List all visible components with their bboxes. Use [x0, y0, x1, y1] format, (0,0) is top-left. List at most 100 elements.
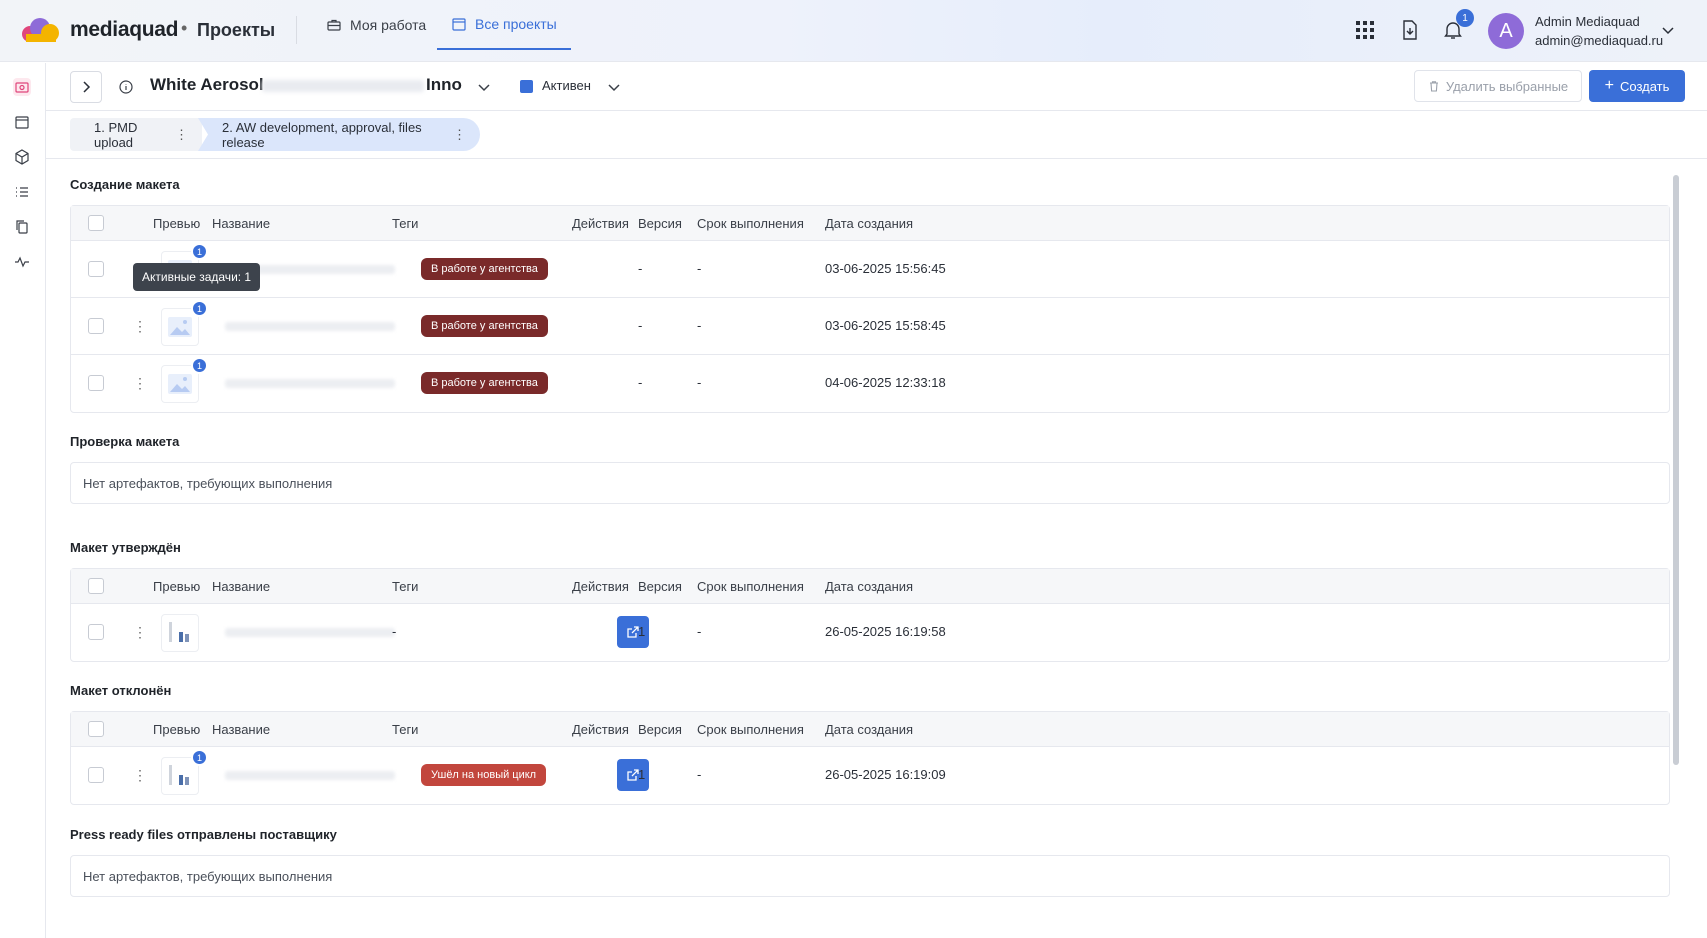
expand-sidebar-button[interactable]: [70, 71, 102, 103]
calendar-icon: [452, 18, 466, 31]
calendar-icon[interactable]: [13, 113, 31, 131]
artifact-name-redacted[interactable]: [225, 771, 395, 780]
avatar[interactable]: A: [1488, 13, 1524, 49]
chevron-down-icon[interactable]: [1660, 22, 1676, 38]
column-name: Название: [212, 579, 271, 594]
table-row[interactable]: 1 В работе у агентства - - 03-06-2025 15…: [71, 241, 1669, 298]
column-deadline: Срок выполнения: [697, 722, 804, 737]
table-row[interactable]: ⋮ 1 Ушёл на новый цикл 1 - 26-05-2025 16…: [71, 747, 1669, 804]
checklist-icon[interactable]: [13, 183, 31, 201]
row-checkbox[interactable]: [88, 767, 104, 783]
project-status[interactable]: Активен: [542, 78, 591, 93]
mediaquad-logo[interactable]: [20, 16, 64, 44]
created-cell: 03-06-2025 15:56:45: [825, 261, 946, 276]
copy-icon[interactable]: [13, 218, 31, 236]
created-cell: 04-06-2025 12:33:18: [825, 375, 946, 390]
create-button[interactable]: + Создать: [1589, 70, 1685, 102]
table-header: Превью Название Теги Действия Версия Сро…: [71, 206, 1669, 241]
status-tag: В работе у агентства: [421, 258, 548, 280]
column-tags: Теги: [392, 216, 419, 231]
row-menu-icon[interactable]: ⋮: [133, 624, 147, 641]
table-row[interactable]: ⋮ 1 В работе у агентства - - 03-06-2025 …: [71, 298, 1669, 355]
tags-cell: -: [392, 624, 397, 639]
stage-tab-pmd-upload[interactable]: 1. PMD upload ⋮: [70, 118, 202, 151]
table-header: Превью Название Теги Действия Версия Сро…: [71, 712, 1669, 747]
cube-icon[interactable]: [13, 148, 31, 166]
table-row[interactable]: ⋮ - 1 - 26-05-2025 16:19:58: [71, 604, 1669, 661]
preview-thumbnail[interactable]: [161, 614, 199, 652]
trash-icon: [1429, 81, 1438, 92]
active-tasks-badge: 1: [191, 357, 208, 374]
content-area: Создание макета Превью Название Теги Дей…: [46, 160, 1673, 938]
project-title-redacted: [262, 80, 424, 92]
row-menu-icon[interactable]: ⋮: [133, 767, 147, 784]
top-bar: mediaquad • Проекты Моя работа Все проек…: [0, 0, 1707, 62]
section-title: Макет утверждён: [70, 540, 181, 555]
chevron-right-icon: [83, 81, 91, 93]
scrollbar[interactable]: [1673, 175, 1679, 765]
row-checkbox[interactable]: [88, 261, 104, 277]
project-header: White Aerosol Inno Активен Удалить выбра…: [46, 63, 1707, 111]
info-icon[interactable]: [118, 79, 134, 95]
select-all-checkbox[interactable]: [88, 721, 104, 737]
created-cell: 26-05-2025 16:19:58: [825, 624, 946, 639]
column-deadline: Срок выполнения: [697, 579, 804, 594]
column-created: Дата создания: [825, 216, 914, 231]
column-preview: Превью: [153, 216, 201, 231]
row-checkbox[interactable]: [88, 624, 104, 640]
artifacts-table: Превью Название Теги Действия Версия Сро…: [70, 568, 1670, 662]
brand-section: Проекты: [197, 20, 276, 40]
column-name: Название: [212, 216, 271, 231]
artifact-name-redacted[interactable]: [225, 322, 395, 331]
active-tasks-badge: 1: [191, 749, 208, 766]
row-menu-icon[interactable]: ⋮: [133, 375, 147, 392]
empty-state: Нет артефактов, требующих выполнения: [70, 855, 1670, 897]
created-cell: 26-05-2025 16:19:09: [825, 767, 946, 782]
notification-badge: 1: [1456, 9, 1474, 27]
divider: [296, 16, 297, 44]
kebab-icon[interactable]: ⋮: [453, 127, 466, 143]
row-menu-icon[interactable]: ⋮: [133, 318, 147, 335]
active-tasks-tooltip: Активные задачи: 1: [133, 263, 261, 291]
chevron-down-icon[interactable]: [606, 79, 622, 95]
column-version: Версия: [638, 579, 682, 594]
row-checkbox[interactable]: [88, 375, 104, 391]
projects-icon[interactable]: [13, 78, 31, 96]
stage-tab-aw-development[interactable]: 2. AW development, approval, files relea…: [198, 118, 480, 151]
status-tag: В работе у агентства: [421, 315, 548, 337]
version-cell: -: [638, 375, 643, 390]
row-checkbox[interactable]: [88, 318, 104, 334]
active-tasks-badge: 1: [191, 300, 208, 317]
chevron-down-icon[interactable]: [476, 79, 492, 95]
create-label: Создать: [1619, 78, 1670, 94]
file-download-icon[interactable]: [1398, 18, 1422, 42]
deadline-cell: -: [697, 318, 702, 333]
project-title: White Aerosol: [150, 75, 264, 94]
artifact-name-redacted[interactable]: [225, 628, 395, 637]
status-color-indicator: [520, 80, 533, 93]
deadline-cell: -: [697, 624, 702, 639]
artifact-name-redacted[interactable]: [225, 379, 395, 388]
artifacts-table: Превью Название Теги Действия Версия Сро…: [70, 205, 1670, 413]
column-tags: Теги: [392, 579, 419, 594]
deadline-cell: -: [697, 767, 702, 782]
stage-label: 2. AW development, approval, files relea…: [222, 119, 422, 150]
plus-icon: +: [1604, 77, 1614, 94]
image-placeholder-icon: [168, 374, 192, 394]
table-row[interactable]: ⋮ 1 В работе у агентства - - 04-06-2025 …: [71, 355, 1669, 412]
select-all-checkbox[interactable]: [88, 215, 104, 231]
kebab-icon[interactable]: ⋮: [175, 127, 188, 143]
tab-label: Моя работа: [350, 17, 427, 33]
left-rail: [0, 63, 46, 938]
briefcase-icon: [327, 19, 341, 31]
section-title: Макет отклонён: [70, 683, 172, 698]
delete-selected-button[interactable]: Удалить выбранные: [1414, 70, 1582, 102]
apps-grid-icon[interactable]: [1353, 18, 1377, 42]
empty-state: Нет артефактов, требующих выполнения: [70, 462, 1670, 504]
created-cell: 03-06-2025 15:58:45: [825, 318, 946, 333]
active-tasks-badge: 1: [191, 243, 208, 260]
tab-all-projects[interactable]: Все проекты: [437, 0, 571, 50]
activity-icon[interactable]: [13, 253, 31, 271]
tab-my-work[interactable]: Моя работа: [326, 0, 426, 50]
select-all-checkbox[interactable]: [88, 578, 104, 594]
